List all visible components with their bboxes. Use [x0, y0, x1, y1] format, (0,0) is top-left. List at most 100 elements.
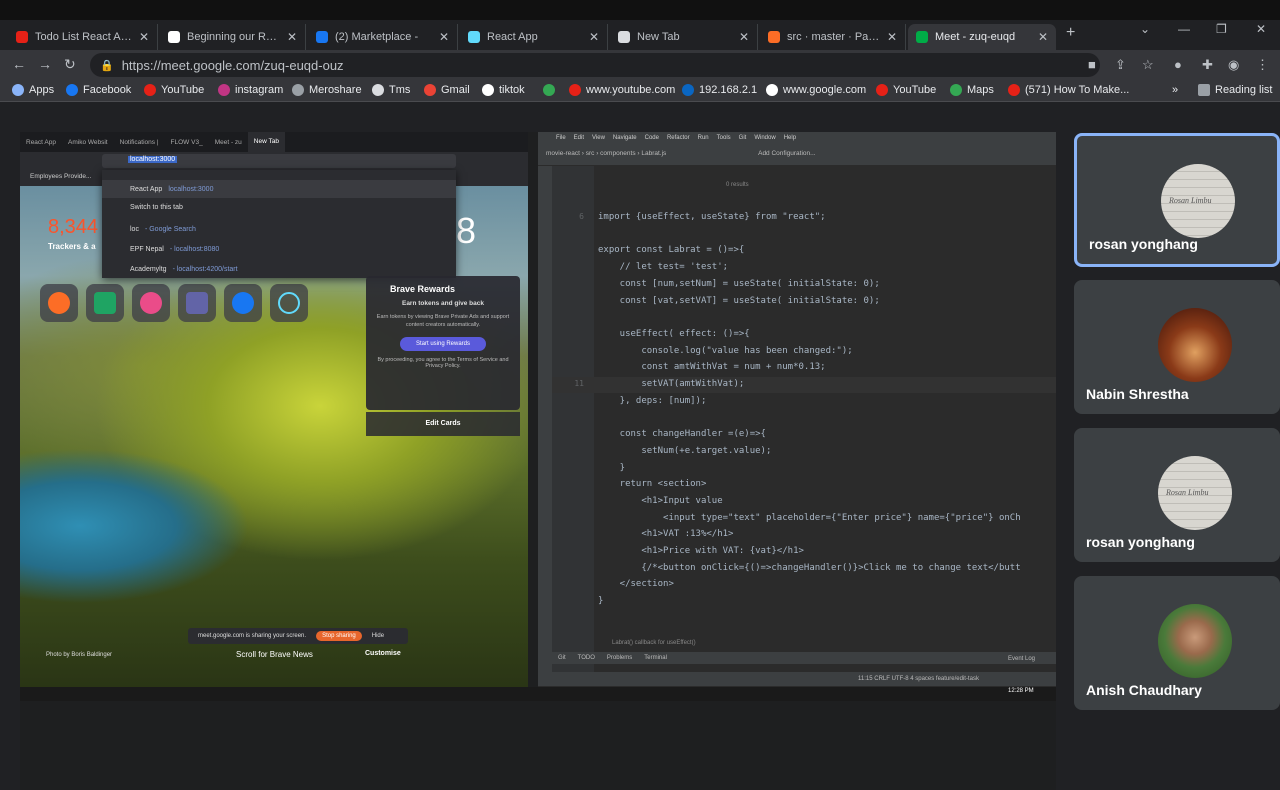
code-line[interactable]: }, deps: [num]); — [598, 396, 707, 406]
brave-tab[interactable]: FLOW V3_ — [165, 139, 209, 146]
forward-icon[interactable]: → — [38, 56, 52, 72]
bookmark-item[interactable]: YouTube — [876, 84, 936, 96]
code-line[interactable]: // let test= 'test'; — [598, 262, 728, 272]
bookmark-item[interactable]: www.google.com — [766, 84, 866, 96]
code-line[interactable]: <h1>VAT :13%</h1> — [598, 529, 733, 539]
close-tab-icon[interactable]: ✕ — [287, 30, 297, 44]
reading-list-button[interactable]: Reading list — [1198, 84, 1272, 96]
code-line[interactable]: const changeHandler =(e)=>{ — [598, 429, 766, 439]
more-bookmarks-icon[interactable]: » — [1172, 84, 1178, 96]
bookmark-item[interactable]: (571) How To Make... — [1008, 84, 1129, 96]
bookmark-item[interactable]: Gmail — [424, 84, 470, 96]
browser-tab[interactable]: New Tab ✕ — [610, 24, 758, 50]
camera-icon[interactable]: ■ — [1088, 57, 1096, 72]
ide-menu-item[interactable]: Run — [698, 135, 709, 141]
teams-tile[interactable] — [178, 284, 216, 322]
ide-menu-item[interactable]: Git — [739, 135, 747, 141]
participant-tile[interactable]: Nabin Shrestha — [1074, 280, 1280, 414]
gitlab-tile[interactable] — [40, 284, 78, 322]
browser-tab[interactable]: Beginning our React ! ✕ — [160, 24, 306, 50]
facebook-tile[interactable] — [224, 284, 262, 322]
event-log-button[interactable]: Event Log — [1008, 656, 1035, 662]
bookmark-item[interactable]: Tms — [372, 84, 410, 96]
scroll-for-news[interactable]: Scroll for Brave News — [236, 650, 313, 659]
close-tab-icon[interactable]: ✕ — [589, 30, 599, 44]
code-line[interactable]: </section> — [598, 579, 674, 589]
ide-menu-item[interactable]: Refactor — [667, 135, 690, 141]
code-line[interactable]: } — [598, 596, 603, 606]
bookmark-item[interactable]: tiktok — [482, 84, 525, 96]
ide-menu-item[interactable]: Tools — [717, 135, 731, 141]
address-bar[interactable]: 🔒 https://meet.google.com/zuq-euqd-ouz — [90, 53, 1100, 77]
bookmark-item[interactable]: instagram — [218, 84, 283, 96]
participant-tile[interactable]: Rosan Limbu rosan yonghang — [1074, 133, 1280, 267]
new-tab-button[interactable]: + — [1066, 24, 1075, 42]
back-icon[interactable]: ← — [12, 56, 26, 72]
brave-omnibox[interactable]: localhost:3000 — [102, 154, 456, 168]
share-icon[interactable]: ⇪ — [1115, 57, 1126, 73]
puzzle-icon[interactable]: ✚ — [1202, 57, 1213, 73]
bookmark-item[interactable]: Maps — [950, 84, 994, 96]
participant-tile[interactable]: Rosan Limbu rosan yonghang — [1074, 428, 1280, 562]
tab-search-icon[interactable]: ⌄ — [1140, 22, 1150, 36]
chat-tile[interactable] — [86, 284, 124, 322]
code-line[interactable]: <h1>Input value — [598, 496, 722, 506]
browser-tab[interactable]: Meet - zuq-euqd ✕ — [908, 24, 1056, 50]
tool-window-tab[interactable]: Git — [558, 655, 566, 661]
stop-sharing-button[interactable]: Stop sharing — [316, 631, 362, 641]
code-line[interactable]: {/*<button onClick={()=>changeHandler()}… — [598, 563, 1020, 573]
add-configuration[interactable]: Add Configuration... — [758, 150, 815, 157]
code-line[interactable]: const [vat,setVAT] = useState( initialSt… — [598, 296, 880, 306]
edit-cards-button[interactable]: Edit Cards — [366, 412, 520, 436]
bookmark-item[interactable]: www.youtube.com — [569, 84, 675, 96]
code-line[interactable]: setVAT(amtWithVat); — [598, 379, 744, 389]
code-line[interactable]: import {useEffect, useState} from "react… — [598, 212, 826, 222]
menu-icon[interactable]: ⋮ — [1256, 57, 1269, 73]
bookmark-item[interactable]: Facebook — [66, 84, 131, 96]
browser-tab[interactable]: React App ✕ — [460, 24, 608, 50]
brave-tab[interactable]: Notifications | — [114, 139, 165, 146]
start-rewards-button[interactable]: Start using Rewards — [400, 337, 486, 351]
close-tab-icon[interactable]: ✕ — [1038, 30, 1048, 44]
browser-tab[interactable]: src · master · Pallabi L ✕ — [760, 24, 906, 50]
maximize-button[interactable]: ❐ — [1216, 22, 1227, 36]
star-icon[interactable]: ☆ — [1142, 57, 1154, 73]
profile-avatar[interactable]: ◉ — [1228, 57, 1239, 73]
extension-icon[interactable]: ● — [1174, 57, 1182, 72]
ide-menu-item[interactable]: Code — [645, 135, 659, 141]
close-tab-icon[interactable]: ✕ — [739, 30, 749, 44]
tool-window-tab[interactable]: TODO — [578, 655, 595, 661]
bookmark-item[interactable]: Apps — [12, 84, 54, 96]
brave-tab[interactable]: Meet - zu — [209, 139, 248, 146]
close-tab-icon[interactable]: ✕ — [887, 30, 897, 44]
code-line[interactable]: setNum(+e.target.value); — [598, 446, 771, 456]
ide-menu-item[interactable]: Help — [784, 135, 796, 141]
suggestion-row[interactable]: EPF Nepal - localhost:8080 — [102, 240, 456, 258]
brave-tab[interactable]: React App — [20, 139, 62, 146]
code-line[interactable]: } — [598, 463, 625, 473]
bookmark-item[interactable] — [543, 84, 560, 96]
minimize-button[interactable]: — — [1178, 22, 1190, 36]
code-line[interactable]: console.log("value has been changed:"); — [598, 346, 852, 356]
close-tab-icon[interactable]: ✕ — [139, 30, 149, 44]
reload-icon[interactable]: ↻ — [64, 56, 76, 73]
code-line[interactable]: useEffect( effect: ()=>{ — [598, 329, 750, 339]
bookmark-item[interactable]: Meroshare — [292, 84, 362, 96]
suggestion-row[interactable]: React App localhost:3000 — [102, 180, 456, 198]
ide-menu-item[interactable]: File — [556, 135, 566, 141]
tool-window-tab[interactable]: Problems — [607, 655, 632, 661]
participant-tile[interactable]: Anish Chaudhary — [1074, 576, 1280, 710]
customise-button[interactable]: Customise — [365, 650, 401, 657]
suggestion-row[interactable]: Switch to this tab — [102, 198, 456, 216]
brave-tab[interactable]: Amiko Websit — [62, 139, 114, 146]
close-tab-icon[interactable]: ✕ — [439, 30, 449, 44]
bookmark-item[interactable]: YouTube — [144, 84, 204, 96]
code-line[interactable]: const amtWithVat = num + num*0.13; — [598, 362, 825, 372]
suggestion-row[interactable]: loc - Google Search — [102, 220, 456, 238]
close-window-button[interactable]: ✕ — [1256, 22, 1266, 36]
ide-menu-item[interactable]: Navigate — [613, 135, 637, 141]
dribbble-tile[interactable] — [132, 284, 170, 322]
browser-tab[interactable]: Todo List React App | ✕ — [8, 24, 158, 50]
code-line[interactable]: <input type="text" placeholder={"Enter p… — [598, 513, 1021, 523]
ide-menu-item[interactable]: Window — [754, 135, 775, 141]
